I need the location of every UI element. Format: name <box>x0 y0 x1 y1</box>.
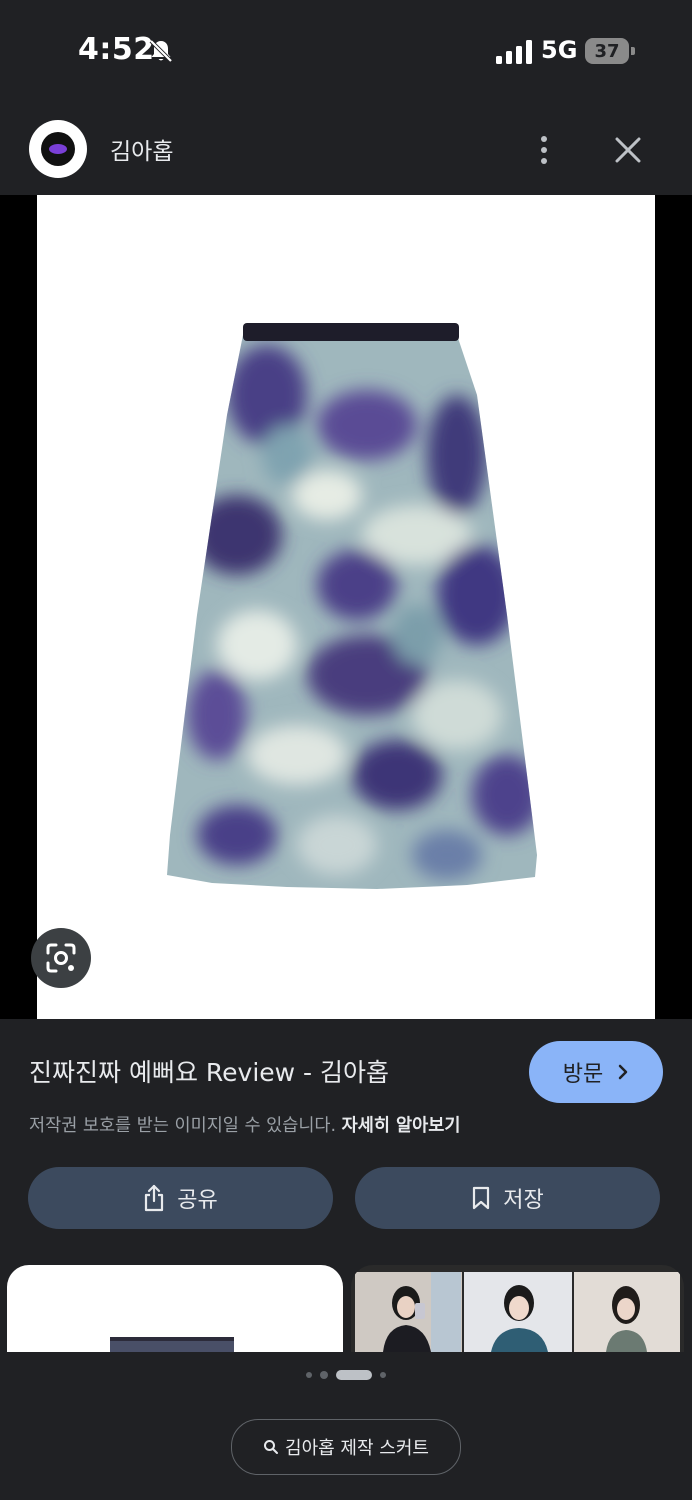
site-name[interactable]: 김아홉 <box>110 132 173 166</box>
search-chip-label: 김아홉 제작 스커트 <box>285 1438 429 1459</box>
page-dot <box>306 1372 312 1378</box>
page-dot-active <box>336 1370 372 1380</box>
network-type: 5G <box>541 36 578 64</box>
product-image[interactable] <box>37 195 655 1019</box>
related-models-thumbnail <box>355 1272 680 1352</box>
lens-icon <box>46 943 76 973</box>
learn-more-link[interactable]: 자세히 알아보기 <box>342 1116 461 1136</box>
visit-label: 방문 <box>562 1062 604 1087</box>
more-vert-icon-dot <box>541 158 547 164</box>
related-skirt-thumbnail <box>110 1337 234 1352</box>
pagination-indicator <box>0 1368 692 1382</box>
more-vert-icon-dot <box>541 147 547 153</box>
copyright-notice: 저작권 보호를 받는 이미지일 수 있습니다. 자세히 알아보기 <box>29 1112 460 1137</box>
skirt-illustration <box>167 323 537 889</box>
more-vert-icon <box>541 136 547 142</box>
more-options-button[interactable] <box>527 128 561 172</box>
share-label: 공유 <box>177 1188 218 1213</box>
lens-search-button[interactable] <box>31 928 91 988</box>
status-bar: 4:52 5G 37 <box>0 0 692 100</box>
close-icon[interactable] <box>608 130 648 170</box>
chevron-right-icon <box>618 1064 628 1080</box>
related-search-chip[interactable]: 김아홉 제작 스커트 <box>231 1419 461 1475</box>
image-viewer[interactable] <box>0 195 692 1019</box>
skirt-waistband <box>243 323 459 341</box>
status-time: 4:52 <box>78 32 155 67</box>
page-dot <box>320 1371 328 1379</box>
battery-tip <box>631 47 635 55</box>
save-label: 저장 <box>503 1188 544 1213</box>
share-button[interactable]: 공유 <box>28 1167 333 1229</box>
site-avatar[interactable] <box>29 120 87 178</box>
search-icon <box>264 1440 279 1454</box>
avatar-logo <box>41 132 75 166</box>
related-image-2[interactable] <box>351 1265 684 1352</box>
copyright-text: 저작권 보호를 받는 이미지일 수 있습니다. <box>29 1116 337 1136</box>
battery-indicator: 37 <box>585 38 629 64</box>
viewer-header: 김아홉 <box>0 100 692 195</box>
image-title[interactable]: 진짜진짜 예뻐요 Review - 김아홉 <box>29 1053 389 1089</box>
share-icon <box>145 1184 164 1212</box>
signal-icon <box>496 40 532 64</box>
bell-off-icon <box>149 39 173 63</box>
visit-button[interactable]: 방문 <box>529 1041 663 1103</box>
related-image-1[interactable] <box>7 1265 343 1352</box>
avatar-logo-mark <box>49 144 67 154</box>
bookmark-icon <box>473 1186 490 1210</box>
save-button[interactable]: 저장 <box>355 1167 660 1229</box>
page-dot <box>380 1372 386 1378</box>
